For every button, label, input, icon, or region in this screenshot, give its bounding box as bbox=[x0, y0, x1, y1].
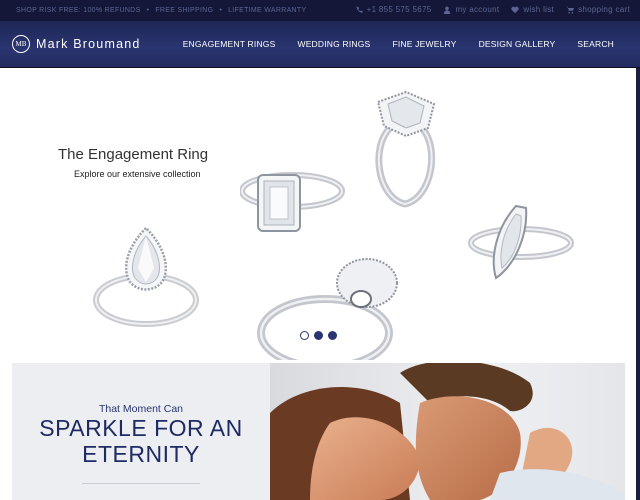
promo-headline-line-1: SPARKLE FOR AN bbox=[39, 415, 243, 441]
couple-photo[interactable] bbox=[270, 363, 625, 500]
promo-headline: SPARKLE FOR AN ETERNITY bbox=[12, 415, 270, 467]
couple-kiss-image bbox=[270, 363, 625, 500]
nav-design-gallery[interactable]: DESIGN GALLERY bbox=[479, 39, 556, 49]
slider-dot-2[interactable] bbox=[314, 331, 323, 340]
nav-engagement-rings[interactable]: ENGAGEMENT RINGS bbox=[183, 39, 276, 49]
promo-item: Free Shipping bbox=[155, 7, 214, 14]
my-account-link[interactable]: my account bbox=[443, 5, 499, 14]
user-icon bbox=[444, 6, 451, 14]
shopping-cart-label: shopping cart bbox=[578, 5, 630, 14]
slider-dot-1[interactable] bbox=[300, 331, 309, 340]
promo-banner-text[interactable]: That Moment Can SPARKLE FOR AN ETERNITY bbox=[12, 363, 270, 500]
wish-list-link[interactable]: wish list bbox=[511, 5, 554, 14]
phone-number: +1 855 575 5675 bbox=[366, 5, 432, 14]
wish-list-label: wish list bbox=[523, 5, 555, 14]
my-account-label: my account bbox=[455, 5, 500, 14]
pear-ring-image[interactable] bbox=[88, 218, 208, 338]
nav-search[interactable]: SEARCH bbox=[577, 39, 614, 49]
round-halo-ring-image[interactable] bbox=[255, 253, 405, 360]
nav-wedding-rings[interactable]: WEDDING RINGS bbox=[297, 39, 370, 49]
promo-item: Lifetime Warranty bbox=[228, 7, 307, 14]
cushion-halo-ring-image[interactable] bbox=[370, 88, 445, 213]
cart-icon bbox=[566, 6, 575, 14]
shopping-cart-link[interactable]: shopping cart bbox=[566, 5, 630, 14]
page-scrollbar[interactable] bbox=[636, 68, 640, 500]
logo-monogram: MB bbox=[12, 35, 30, 53]
promo-strip: Shop Risk Free: 100% Refunds • Free Shippi… bbox=[16, 7, 307, 14]
promo-headline-line-2: ETERNITY bbox=[82, 441, 200, 467]
marquise-ring-image[interactable] bbox=[466, 198, 578, 288]
heart-icon bbox=[511, 6, 519, 13]
slider-dot-3[interactable] bbox=[328, 331, 337, 340]
main-menu: ENGAGEMENT RINGS WEDDING RINGS FINE JEWE… bbox=[183, 39, 614, 49]
slider-pagination bbox=[300, 331, 337, 340]
hero-title: The Engagement Ring bbox=[58, 146, 209, 163]
promo-kicker: That Moment Can bbox=[98, 403, 184, 415]
hero-subtitle: Explore our extensive collection bbox=[74, 169, 201, 179]
promo-item: Shop Risk Free: 100% Refunds bbox=[16, 7, 141, 14]
nav-fine-jewelry[interactable]: FINE JEWELRY bbox=[392, 39, 456, 49]
utility-bar: Shop Risk Free: 100% Refunds • Free Shippi… bbox=[0, 0, 640, 21]
phone-link[interactable]: +1 855 575 5675 bbox=[355, 5, 432, 14]
phone-icon bbox=[356, 6, 363, 13]
main-header: MB Mark Broumand ENGAGEMENT RINGS WEDDIN… bbox=[0, 21, 640, 68]
promo-divider bbox=[82, 483, 200, 484]
logo-wordmark: Mark Broumand bbox=[36, 37, 141, 51]
hero-slider: The Engagement Ring Explore our extensiv… bbox=[0, 68, 636, 360]
site-logo[interactable]: MB Mark Broumand bbox=[12, 35, 141, 53]
